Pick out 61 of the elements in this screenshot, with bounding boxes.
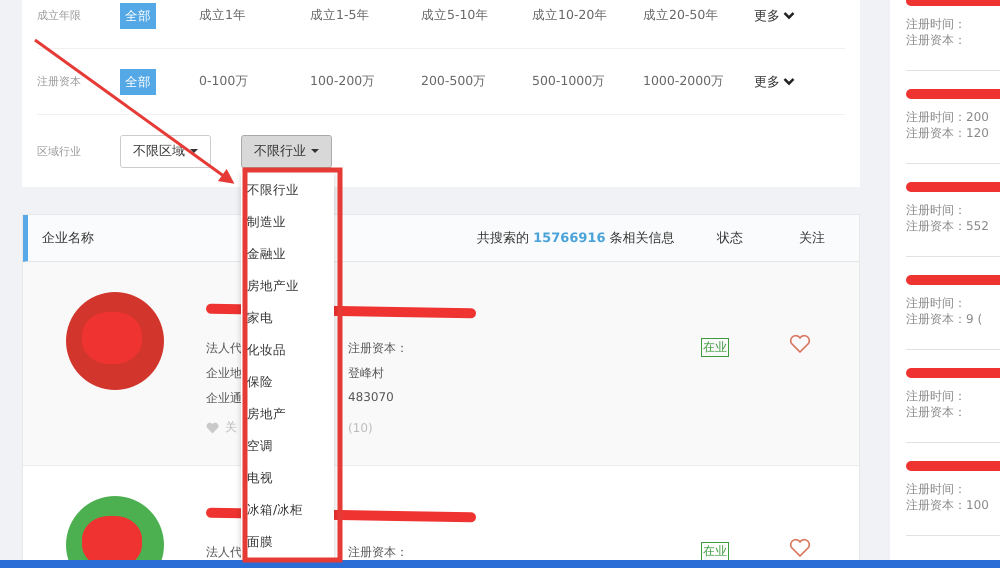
company-detail: 注册时间： [906,295,967,311]
filter-option[interactable]: 200-500万 [421,73,532,90]
filter-option[interactable]: 500-1000万 [532,73,643,90]
field-label: 法人代 [206,340,243,357]
filter-label: 注册资本 [37,74,82,89]
filter-label: 成立年限 [37,8,82,23]
filter-option[interactable]: 成立10-20年 [532,7,643,24]
more-link[interactable]: 更多 [754,72,795,90]
company-detail: 注册资本： [906,404,967,420]
field-label: 企业通 [206,390,243,407]
company-detail: 注册时间： [906,202,967,218]
chevron-down-icon [783,11,795,20]
field-label: 企业地 [206,365,243,382]
menu-item[interactable]: 房地产业 [241,270,334,302]
company-detail: 注册资本： [906,32,967,48]
menu-item[interactable]: 制造业 [241,206,334,238]
heart-icon [206,422,219,434]
more-link[interactable]: 更多 [754,6,795,24]
dropdown-button[interactable]: 不限行业 [241,134,332,168]
filter-option[interactable]: 成立1年 [199,7,310,24]
field-value: 483070 [348,390,395,406]
company-detail: 注册时间： [906,388,967,404]
filter-label: 区域行业 [37,144,82,158]
menu-item[interactable]: 空调 [241,430,334,462]
menu-item[interactable]: 房地产 [241,398,334,430]
menu-item[interactable]: 金融业 [241,238,334,270]
filter-option[interactable]: 1000-2000万 [643,73,754,90]
column-header: 企业名称 [42,230,95,247]
company-detail: 注册资本：9 ( [906,311,984,327]
menu-item[interactable]: 不限行业 [241,174,334,206]
field-value: 登峰村 [348,365,385,382]
menu-item[interactable]: 电视 [241,462,334,494]
field-value: 注册资本： [348,544,408,561]
follow-count: (10) [348,420,374,436]
heart-icon[interactable] [789,334,811,354]
menu-item[interactable]: 保险 [241,366,334,398]
field-label: 法人代 [206,544,243,561]
company-detail: 注册资本：100 [906,497,990,513]
company-detail: 注册时间： [906,16,967,32]
filter-option[interactable]: 100-200万 [310,73,421,90]
filter-option[interactable]: 成立20-50年 [643,7,754,24]
field-value: 注册资本： [348,340,408,357]
redaction-mark [82,312,142,364]
company-detail: 注册资本：120 [906,125,990,141]
column-header: 关注 [799,230,826,247]
company-detail: 注册资本：552 [906,218,990,234]
filter-option[interactable]: 0-100万 [199,73,310,90]
menu-item[interactable]: 冰箱/冰柜 [241,494,334,526]
follow-label: 关 [225,419,237,436]
filter-option[interactable]: 成立5-10年 [421,7,532,24]
column-header: 状态 [717,230,744,247]
menu-item[interactable]: 面膜 [241,526,334,558]
menu-item[interactable]: 化妆品 [241,334,334,366]
company-detail: 注册时间： [906,481,967,497]
status-tag: 在业 [701,338,729,357]
result-count: 共搜索的 15766916 条相关信息 [477,230,676,247]
heart-icon[interactable] [789,538,811,558]
menu-item[interactable]: 家电 [241,302,334,334]
chevron-down-icon [783,77,795,86]
filter-option[interactable]: 成立1-5年 [310,7,421,24]
company-detail: 注册时间：200 [906,109,990,125]
